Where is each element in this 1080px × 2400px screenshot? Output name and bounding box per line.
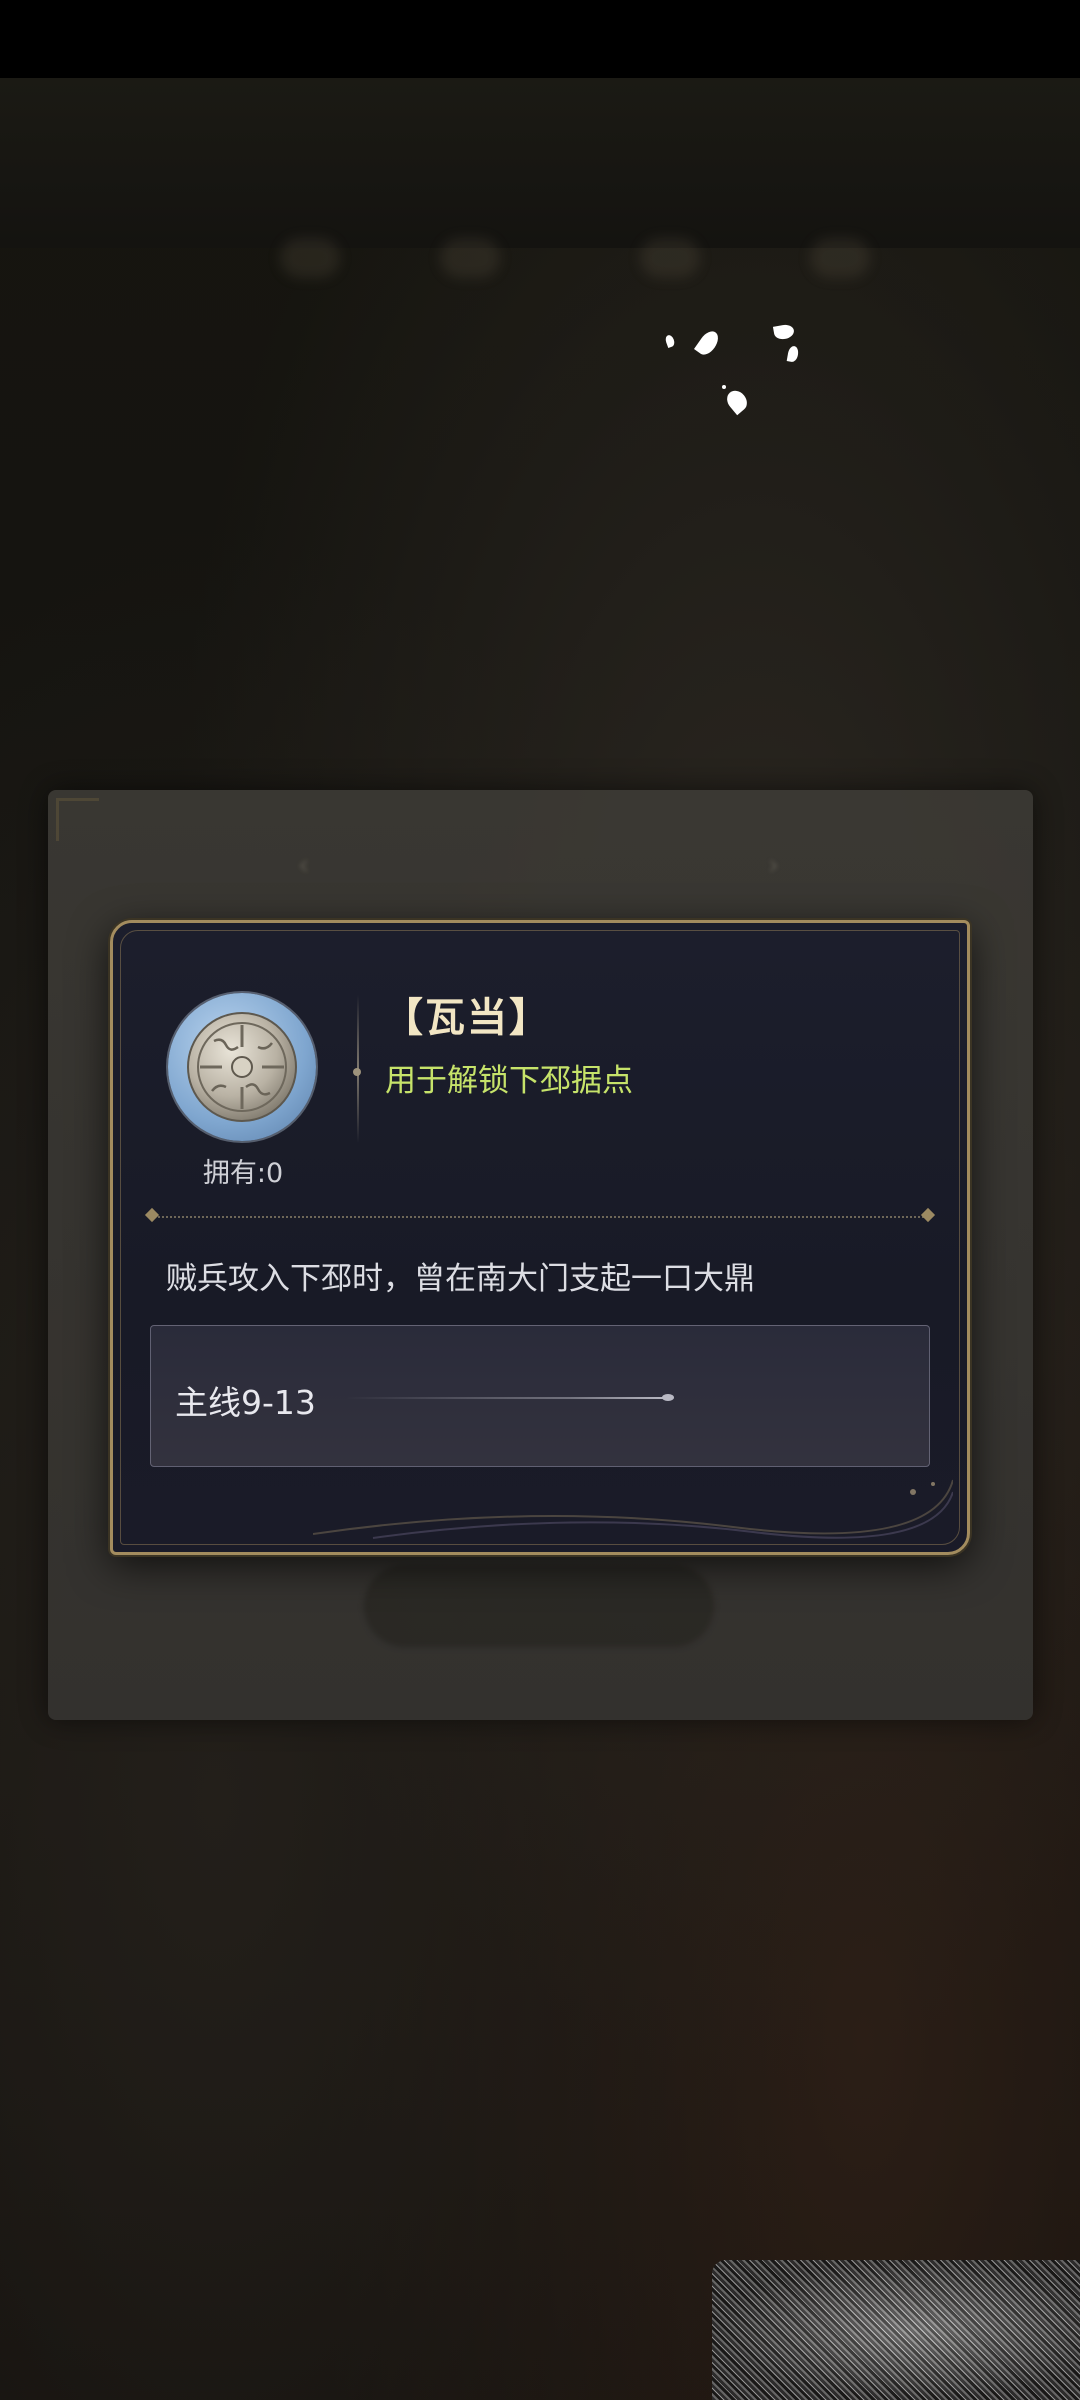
petal-particle-icon: [786, 345, 800, 363]
background-panel-button: [364, 1565, 714, 1647]
background-icon-blob: [280, 238, 340, 278]
card-decor-swoosh: [313, 1479, 953, 1539]
section-divider: [153, 1216, 928, 1218]
background-top-bar: [0, 78, 1080, 278]
background-panel-title: [348, 840, 748, 884]
background-icon-blob: [640, 238, 700, 278]
divider-diamond-icon: [920, 1207, 936, 1223]
divider-dot: [353, 1068, 361, 1076]
sparkle-icon: [722, 385, 726, 389]
status-bar: [0, 0, 1080, 78]
petal-particle-icon: [664, 333, 676, 349]
source-decor-line: [346, 1397, 666, 1399]
divider-diamond-icon: [144, 1207, 160, 1223]
owned-count: 拥有:0: [202, 1158, 284, 1189]
floating-thumbnail-overlay: [712, 2260, 1080, 2400]
game-screen: ‹ › 拥有:0 【瓦当】 用于解锁下邳据点 贼兵攻入下邳时，曾在南大门支起一口…: [0, 0, 1080, 2400]
roof-tile-disc-icon: [187, 1012, 297, 1122]
source-label: 主线9-13: [175, 1383, 316, 1422]
source-decor-dot: [662, 1394, 674, 1401]
background-icon-blob: [810, 238, 870, 278]
background-icon-blob: [440, 238, 500, 278]
next-arrow-icon: ›: [768, 848, 780, 881]
petal-particle-icon: [772, 323, 796, 341]
petal-particle-icon: [723, 386, 751, 416]
item-detail-card: 拥有:0 【瓦当】 用于解锁下邳据点 贼兵攻入下邳时，曾在南大门支起一口大鼎 主…: [110, 920, 970, 1555]
source-entry-button[interactable]: 主线9-13: [150, 1325, 930, 1467]
panel-corner-ornament: [56, 798, 99, 841]
item-usage-text: 用于解锁下邳据点: [385, 1063, 633, 1099]
item-icon: [168, 993, 316, 1141]
petal-particle-icon: [693, 327, 723, 359]
item-name: 【瓦当】: [383, 995, 551, 1041]
item-description: 贼兵攻入下邳时，曾在南大门支起一口大鼎: [166, 1261, 755, 1297]
